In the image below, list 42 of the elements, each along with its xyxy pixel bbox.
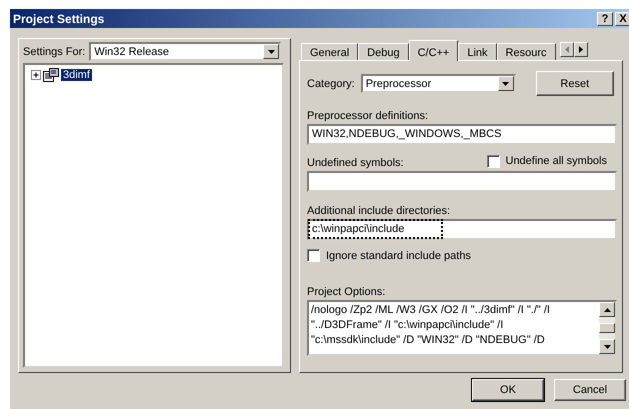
help-button[interactable]: ?	[597, 12, 613, 26]
tab[interactable]: General	[301, 43, 358, 60]
category-label: Category:	[307, 78, 355, 90]
scroll-left-button[interactable]	[560, 42, 574, 57]
scroll-right-button[interactable]	[574, 42, 588, 57]
input-field[interactable]: c:\winpapci\include	[307, 219, 617, 240]
tab[interactable]: C/C++	[408, 40, 458, 61]
settings-for-label: Settings For:	[23, 46, 86, 58]
field-label: Project Options:	[307, 286, 386, 298]
tab[interactable]: Resourc	[496, 43, 556, 60]
reset-button[interactable]: Reset	[536, 71, 614, 96]
dropdown-arrow-icon	[268, 50, 275, 54]
checkbox-label: Undefine all symbols	[506, 155, 607, 167]
up-arrow-icon	[604, 308, 610, 312]
checkbox-label: Ignore standard include paths	[326, 250, 471, 262]
category-dropdown[interactable]: Preprocessor	[360, 74, 516, 93]
tree-item[interactable]: 3dimf	[61, 69, 92, 81]
project-icon	[43, 68, 59, 82]
field-label: Preprocessor definitions:	[307, 110, 430, 122]
settings-for-dropdown[interactable]: Win32 Release	[89, 42, 282, 61]
expand-icon[interactable]	[31, 70, 41, 80]
options-text-area[interactable]: /nologo /Zp2 /ML /W3 /GX /O2 /I "../3dimf" /I "./" /I "../D3DFrame" /I "c:\winpapci\include" /I "c:\mssdk\include" /D "WIN32" /D "NDEBUG" /D	[307, 300, 617, 356]
options-line: "../D3DFrame" /I "c:\winpapci\include" /I	[311, 318, 504, 333]
options-line: /nologo /Zp2 /ML /W3 /GX /O2 /I "../3dimf" /I "./" /I	[311, 303, 551, 318]
left-arrow-icon	[564, 46, 569, 53]
down-arrow-icon	[604, 344, 610, 348]
checkbox[interactable]	[486, 154, 500, 168]
dropdown-arrow-icon	[502, 82, 510, 86]
scrollbar[interactable]	[599, 302, 615, 354]
checkbox[interactable]	[307, 249, 320, 262]
input-field[interactable]	[307, 171, 617, 192]
input-field[interactable]: WIN32,NDEBUG,_WINDOWS,_MBCS	[307, 124, 617, 145]
tab[interactable]: Debug	[358, 43, 409, 60]
right-arrow-icon	[578, 46, 583, 53]
window-title: Project Settings	[13, 12, 106, 26]
field-label: Undefined symbols:	[307, 157, 404, 169]
field-label: Additional include directories:	[307, 205, 452, 217]
close-button[interactable]: X	[615, 12, 629, 26]
tab[interactable]: Link	[458, 43, 497, 60]
dialog-button[interactable]: Cancel	[554, 379, 626, 401]
dialog-button[interactable]: OK	[472, 379, 544, 401]
options-line: "c:\mssdk\include" /D "WIN32" /D "NDEBUG" /D	[311, 333, 546, 348]
